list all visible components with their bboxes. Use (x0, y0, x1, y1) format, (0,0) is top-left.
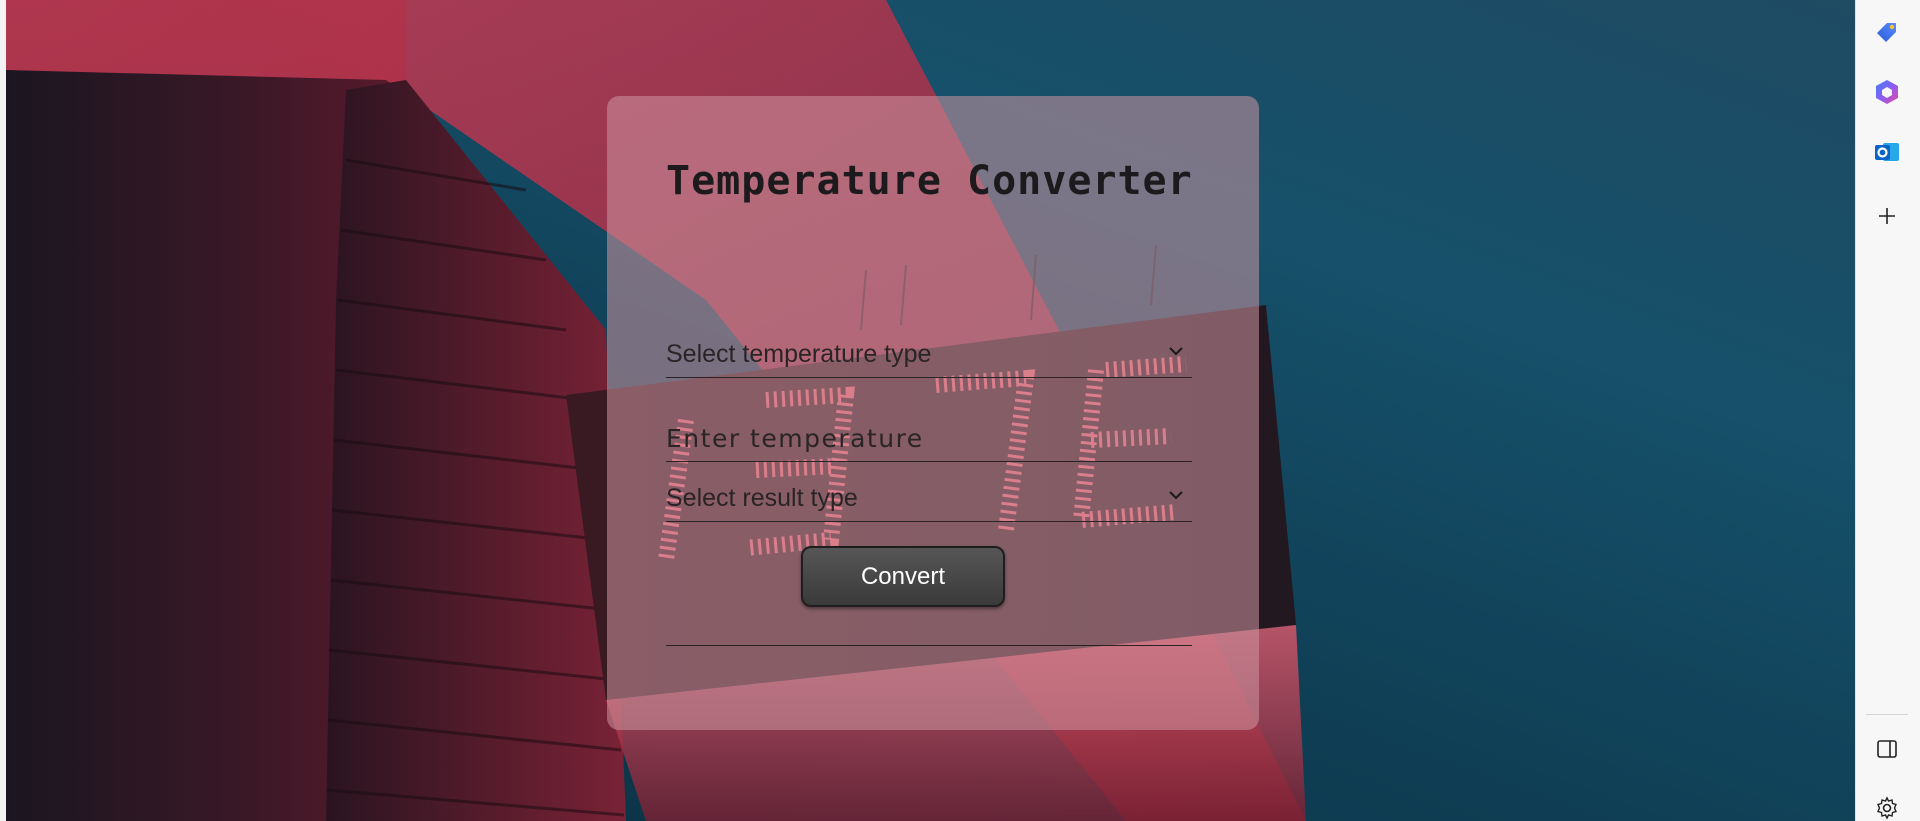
sidebar-toggle-button[interactable] (1871, 733, 1903, 765)
browser-sidebar (1855, 0, 1920, 821)
temperature-type-placeholder: Select temperature type (666, 340, 932, 368)
copilot-icon (1876, 80, 1898, 104)
sidebar-settings-button[interactable] (1871, 792, 1903, 821)
chevron-down-icon (1169, 491, 1183, 500)
temperature-input-placeholder: Enter temperature (666, 424, 924, 453)
temperature-type-select[interactable]: Select temperature type (666, 328, 1192, 378)
plus-icon (1879, 208, 1895, 224)
sidebar-divider (1866, 714, 1908, 715)
converter-card: Temperature Converter Select temperature… (607, 96, 1259, 730)
sidebar-outlook-button[interactable] (1871, 136, 1903, 168)
outlook-icon (1875, 143, 1899, 161)
page-title: Temperature Converter (666, 158, 1193, 204)
result-output (666, 645, 1192, 646)
tag-icon (1877, 23, 1896, 42)
page-viewport: Temperature Converter Select temperature… (6, 0, 1855, 821)
result-type-select[interactable]: Select result type (666, 476, 1192, 522)
chevron-down-icon (1169, 347, 1183, 356)
result-type-placeholder: Select result type (666, 484, 858, 512)
settings-gear-icon (1877, 796, 1897, 820)
temperature-input[interactable]: Enter temperature (666, 402, 1192, 462)
browser-window: Temperature Converter Select temperature… (0, 0, 1920, 821)
sidebar-copilot-button[interactable] (1871, 76, 1903, 108)
sidebar-add-button[interactable] (1871, 200, 1903, 232)
convert-button[interactable]: Convert (801, 546, 1005, 607)
sidebar-toggle-icon (1877, 740, 1897, 758)
sidebar-tag-button[interactable] (1871, 16, 1903, 48)
